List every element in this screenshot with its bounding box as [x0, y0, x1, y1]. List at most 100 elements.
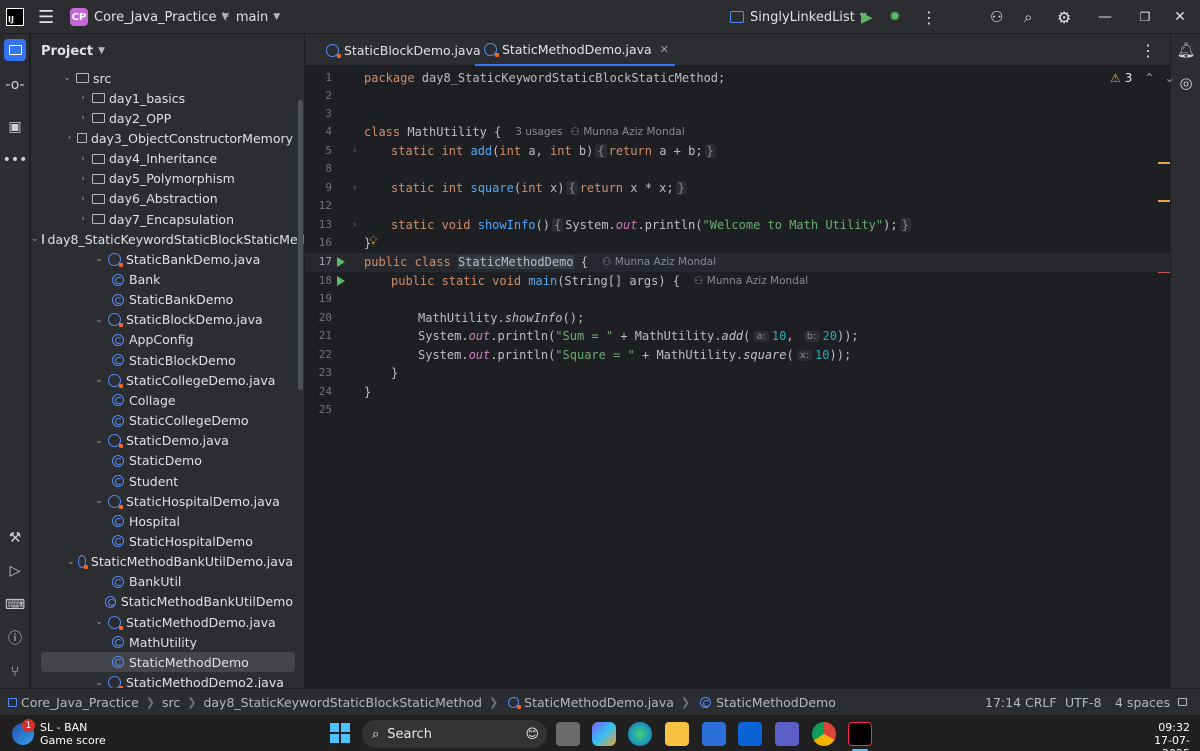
tree-item-class[interactable]: StaticHospitalDemo	[31, 531, 293, 551]
chevron-right-icon[interactable]: ›	[65, 133, 74, 143]
tree-item-folder[interactable]: › day7_Encapsulation	[31, 209, 293, 229]
notifications-icon[interactable]: 🔔︎	[1175, 39, 1197, 61]
warning-marker[interactable]	[1158, 162, 1170, 164]
taskbar-search[interactable]: ⌕ Search 😊︎	[362, 720, 547, 748]
tree-item-file[interactable]: ⌄ StaticHospitalDemo.java	[31, 491, 293, 511]
tree-item-file[interactable]: ⌄ StaticCollegeDemo.java	[31, 370, 293, 390]
breadcrumb-item[interactable]: src	[162, 695, 180, 710]
chevron-down-icon[interactable]: ⌄	[93, 436, 105, 446]
chevron-right-icon[interactable]: ›	[77, 174, 89, 184]
chevron-right-icon[interactable]: ›	[77, 154, 89, 164]
tree-item-class[interactable]: Bank	[31, 270, 293, 290]
file-explorer-icon[interactable]	[665, 722, 689, 746]
tree-item-class[interactable]: StaticDemo	[31, 451, 293, 471]
chevron-down-icon[interactable]: ⌄	[93, 678, 105, 688]
tree-item-file[interactable]: ⌄ StaticMethodDemo.java	[31, 612, 293, 632]
fold-icon[interactable]: ›	[353, 220, 357, 230]
add-user-icon[interactable]: ⚇	[990, 0, 1003, 34]
project-tool-icon[interactable]	[4, 39, 26, 61]
tree-item-file[interactable]: ⌄ StaticBankDemo.java	[31, 249, 293, 269]
minimize-button[interactable]: —	[1085, 0, 1125, 34]
close-tab-icon[interactable]: ✕	[660, 43, 669, 56]
chevron-right-icon[interactable]: ›	[77, 194, 89, 204]
commit-tool-icon[interactable]: -o-	[4, 74, 26, 96]
tree-item-class[interactable]: StaticBankDemo	[31, 290, 293, 310]
git-tool-icon[interactable]: ⑂	[4, 661, 26, 683]
chevron-right-icon[interactable]: ›	[77, 214, 89, 224]
start-button[interactable]	[330, 723, 350, 743]
author-hint[interactable]: ⚇ Munna Aziz Mondal	[694, 275, 808, 287]
chevron-down-icon[interactable]: ⌄	[31, 234, 39, 244]
line-separator[interactable]: CRLF	[1025, 689, 1057, 715]
chevron-down-icon[interactable]: ⌄	[93, 617, 105, 627]
debug-button[interactable]: ✹	[889, 0, 901, 34]
teams-icon[interactable]	[775, 722, 799, 746]
lock-icon[interactable]	[1178, 689, 1187, 715]
chevron-down-icon[interactable]: ⌄	[93, 375, 105, 385]
main-menu-icon[interactable]: ☰	[38, 0, 54, 34]
fold-icon[interactable]: ›	[353, 183, 357, 193]
tree-item-folder[interactable]: › day6_Abstraction	[31, 189, 293, 209]
file-encoding[interactable]: UTF-8	[1065, 689, 1101, 715]
run-gutter-icon[interactable]	[337, 276, 345, 286]
tab-staticmethoddemo[interactable]: StaticMethodDemo.java ✕	[475, 34, 675, 66]
next-highlight-icon[interactable]: ⌄	[1164, 71, 1174, 85]
tree-item-class[interactable]: Collage	[31, 390, 293, 410]
tree-item-class[interactable]: StaticMethodDemo	[41, 652, 295, 673]
author-hint[interactable]: ⚇ Munna Aziz Mondal	[570, 126, 684, 138]
more-tools-icon[interactable]: •••	[3, 149, 28, 171]
warnings-indicator[interactable]: ⚠ 3 ⌃ ⌄	[1110, 71, 1175, 85]
tree-item-class[interactable]: MathUtility	[31, 632, 293, 652]
fold-icon[interactable]: ›	[353, 146, 357, 156]
tree-item-folder[interactable]: › day3_ObjectConstructorMemory	[31, 128, 293, 148]
project-selector[interactable]: CP Core_Java_Practice ▼	[70, 0, 228, 34]
tree-item-class[interactable]: StaticCollegeDemo	[31, 411, 293, 431]
build-tool-icon[interactable]: ⚒	[4, 527, 26, 549]
more-actions-icon[interactable]: ⋮	[921, 0, 937, 34]
tree-item-class[interactable]: StaticBlockDemo	[31, 350, 293, 370]
code-editor[interactable]: 1 2 3 4 5 8 9 12 13 16 17 18 19 20 21 22 23 24 25 › › › 💡︎…	[305, 66, 1175, 688]
store-icon[interactable]	[702, 722, 726, 746]
tab-staticblockdemo[interactable]: StaticBlockDemo.java	[317, 34, 487, 66]
tree-item-folder[interactable]: › day4_Inheritance	[31, 149, 293, 169]
chevron-down-icon[interactable]: ⌄	[67, 557, 75, 567]
chevron-down-icon[interactable]: ⌄	[93, 254, 105, 264]
indent-setting[interactable]: 4 spaces	[1115, 689, 1170, 715]
warning-marker[interactable]	[1158, 200, 1170, 202]
previous-highlight-icon[interactable]: ⌃	[1144, 71, 1154, 85]
task-view-icon[interactable]	[556, 722, 580, 746]
tree-item-folder[interactable]: › day1_basics	[31, 88, 293, 108]
branch-selector[interactable]: ⑂ main ▼	[222, 0, 280, 34]
clock[interactable]: 09:32 17-07-2025	[1130, 721, 1190, 751]
chevron-down-icon[interactable]: ⌄	[61, 73, 73, 83]
terminal-tool-icon[interactable]: ⌨	[4, 594, 26, 616]
tree-item-class[interactable]: Hospital	[31, 511, 293, 531]
close-window-button[interactable]: ✕	[1160, 0, 1200, 34]
tree-item-folder[interactable]: › day5_Polymorphism	[31, 169, 293, 189]
run-tool-icon[interactable]: ▷	[4, 560, 26, 582]
run-button[interactable]: ▶	[861, 0, 873, 34]
structure-tool-icon[interactable]: ▣	[4, 116, 26, 138]
tab-options-icon[interactable]: ⋮	[1140, 34, 1156, 66]
maximize-button[interactable]: ❐	[1125, 0, 1165, 34]
error-marker[interactable]	[1158, 272, 1170, 273]
tree-item-file[interactable]: ⌄ StaticMethodBankUtilDemo.java	[31, 552, 293, 572]
chrome-icon[interactable]	[812, 722, 836, 746]
tree-item-folder[interactable]: ⌄ day8_StaticKeywordStaticBlockStaticMeth…	[31, 229, 304, 249]
tree-item-class[interactable]: BankUtil	[31, 572, 293, 592]
chevron-down-icon[interactable]: ⌄	[93, 496, 105, 506]
problems-tool-icon[interactable]: ⓘ	[4, 627, 26, 649]
usages-hint[interactable]: 3 usages	[515, 126, 562, 138]
project-panel-header[interactable]: Project ▼	[41, 42, 105, 60]
chevron-right-icon[interactable]: ›	[77, 113, 89, 123]
chevron-right-icon[interactable]: ›	[77, 93, 89, 103]
breadcrumb-item[interactable]: StaticMethodDemo	[716, 695, 836, 710]
tree-item-folder[interactable]: › day2_OPP	[31, 108, 293, 128]
edge-icon[interactable]	[628, 722, 652, 746]
chevron-down-icon[interactable]: ⌄	[93, 315, 105, 325]
tree-item-class[interactable]: Student	[31, 471, 293, 491]
tree-item-file[interactable]: ⌄ StaticMethodDemo2.java	[31, 673, 293, 688]
breadcrumb-item[interactable]: StaticMethodDemo.java	[524, 695, 674, 710]
tree-item-class[interactable]: AppConfig	[31, 330, 293, 350]
settings-gear-icon[interactable]: ⚙	[1057, 0, 1071, 34]
